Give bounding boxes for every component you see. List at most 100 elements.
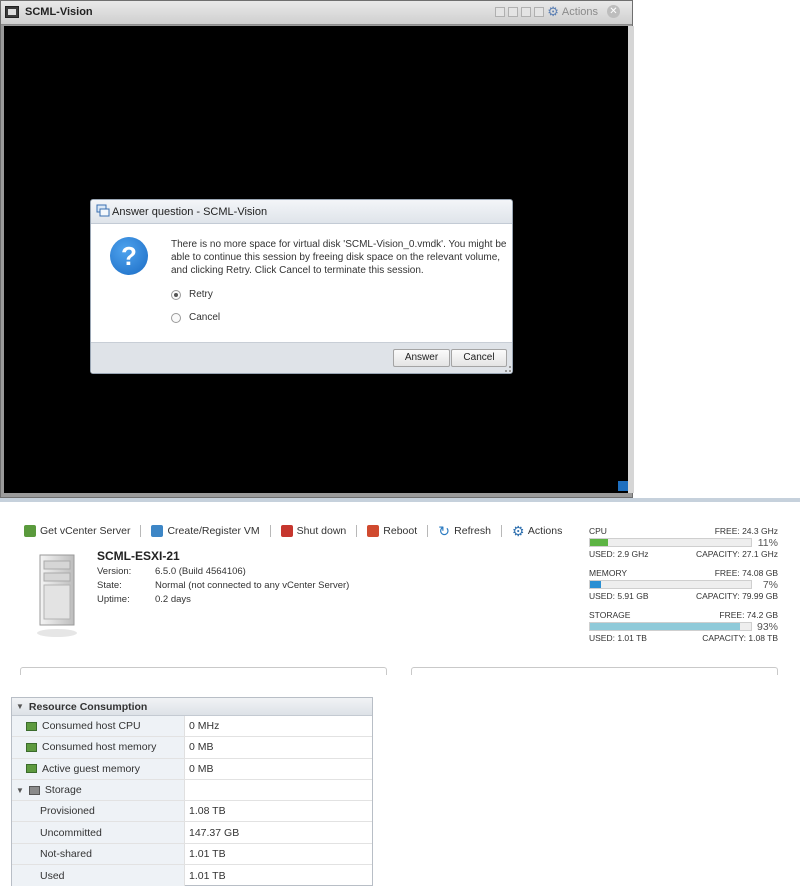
create-vm-icon bbox=[151, 525, 164, 537]
toolbar-separator bbox=[356, 525, 358, 537]
host-toolbar: Get vCenter Server Create/Register VM Sh… bbox=[24, 523, 562, 539]
keyboard-icon[interactable] bbox=[508, 6, 519, 17]
storage-group-row[interactable]: ▼ Storage bbox=[12, 779, 372, 802]
refresh-button[interactable]: ↻ Refresh bbox=[438, 524, 491, 538]
portlet-left bbox=[20, 667, 387, 675]
host-name: SCML-ESXI-21 bbox=[97, 549, 180, 563]
toolbar-separator bbox=[269, 525, 271, 537]
console-side-strip bbox=[628, 26, 634, 493]
memory-meter: MEMORY FREE: 74.08 GB 7% USED: 5.91 GB CAP… bbox=[589, 568, 778, 601]
state-label: State: bbox=[97, 580, 122, 591]
uptime-value: 0.2 days bbox=[155, 594, 191, 605]
meter-free: FREE: 74.2 GB bbox=[719, 610, 778, 620]
meter-free: FREE: 24.3 GHz bbox=[714, 526, 778, 536]
meter-fill bbox=[590, 539, 608, 546]
version-value: 6.5.0 (Build 4564106) bbox=[155, 566, 246, 577]
row-value: 1.08 TB bbox=[189, 805, 226, 818]
dialog-footer: Answer Cancel bbox=[91, 342, 512, 373]
collapse-caret-icon[interactable]: ▼ bbox=[16, 786, 24, 795]
meter-label: CPU bbox=[589, 526, 607, 536]
row-value: 147.37 GB bbox=[189, 826, 240, 839]
row-value: 0 MB bbox=[189, 741, 214, 754]
shut-down-button[interactable]: Shut down bbox=[280, 525, 346, 537]
meter-percent: 11% bbox=[757, 537, 778, 549]
row-value: 1.01 TB bbox=[189, 869, 226, 882]
dialog-message: There is no more space for virtual disk … bbox=[171, 239, 507, 276]
console-actions-button[interactable]: Actions bbox=[562, 6, 598, 18]
state-value: Normal (not connected to any vCenter Ser… bbox=[155, 580, 350, 591]
table-row: Not-shared 1.01 TB bbox=[12, 843, 372, 866]
table-row: Used 1.01 TB bbox=[12, 865, 372, 887]
get-vcenter-button[interactable]: Get vCenter Server bbox=[24, 525, 130, 537]
screenshot-icon[interactable] bbox=[521, 6, 532, 17]
console-resize-icon[interactable] bbox=[618, 481, 628, 491]
dialog-title: Answer question - SCML-Vision bbox=[112, 206, 268, 218]
meter-fill bbox=[590, 581, 602, 588]
collapse-caret-icon[interactable]: ▼ bbox=[16, 702, 24, 711]
console-titlebar[interactable]: SCML-Vision ⚙ Actions ✕ bbox=[1, 1, 632, 25]
row-label: Storage bbox=[44, 784, 82, 797]
row-label: Consumed host CPU bbox=[42, 720, 141, 733]
toolbar-separator bbox=[427, 525, 429, 537]
create-register-label: Create/Register VM bbox=[167, 525, 260, 537]
memory-icon bbox=[26, 742, 37, 752]
actions-button[interactable]: ⚙ Actions bbox=[511, 523, 562, 539]
meter-percent: 93% bbox=[756, 621, 778, 633]
reboot-button[interactable]: Reboot bbox=[367, 525, 417, 537]
monitor-icon[interactable] bbox=[534, 6, 545, 17]
dialog-header[interactable]: Answer question - SCML-Vision bbox=[91, 200, 512, 224]
create-register-vm-button[interactable]: Create/Register VM bbox=[151, 525, 260, 537]
meter-label: MEMORY bbox=[589, 568, 628, 578]
storage-icon bbox=[28, 785, 40, 795]
cpu-icon bbox=[26, 721, 37, 731]
answer-button[interactable]: Answer bbox=[393, 349, 450, 367]
storage-meter: STORAGE FREE: 74.2 GB 93% USED: 1.01 TB CA… bbox=[589, 610, 778, 643]
resource-consumption-panel: ▼ Resource Consumption Consumed host CPU… bbox=[11, 697, 373, 887]
server-icon bbox=[37, 554, 77, 637]
shutdown-icon bbox=[280, 525, 293, 537]
row-value: 1.01 TB bbox=[189, 847, 226, 860]
meter-capacity: CAPACITY: 79.99 GB bbox=[695, 591, 778, 601]
fullscreen-icon[interactable] bbox=[495, 6, 506, 17]
table-row: Uncommitted 147.37 GB bbox=[12, 822, 372, 844]
host-summary-panel: Get vCenter Server Create/Register VM Sh… bbox=[0, 498, 800, 675]
vcenter-icon bbox=[24, 525, 36, 537]
close-icon[interactable]: ✕ bbox=[607, 5, 620, 18]
cpu-meter: CPU FREE: 24.3 GHz 11% USED: 2.9 GHz CAPAC… bbox=[589, 526, 778, 559]
meter-used: USED: 2.9 GHz bbox=[589, 549, 649, 559]
resource-consumption-header[interactable]: ▼ Resource Consumption bbox=[12, 698, 372, 716]
option-label: Retry bbox=[189, 289, 213, 300]
gear-icon: ⚙ bbox=[511, 523, 525, 539]
meter-capacity: CAPACITY: 1.08 TB bbox=[702, 633, 778, 643]
reboot-label: Reboot bbox=[383, 525, 418, 537]
meter-bar bbox=[589, 622, 752, 631]
console-title: SCML-Vision bbox=[25, 6, 93, 18]
toolbar-separator bbox=[140, 525, 142, 537]
uptime-label: Uptime: bbox=[97, 594, 130, 605]
get-vcenter-label: Get vCenter Server bbox=[40, 525, 131, 537]
reboot-icon bbox=[367, 525, 380, 537]
answer-question-dialog: Answer question - SCML-Vision ? There is… bbox=[90, 199, 513, 374]
toolbar-separator bbox=[500, 525, 502, 537]
meter-percent: 7% bbox=[762, 579, 778, 591]
meter-fill bbox=[590, 623, 740, 630]
row-label: Uncommitted bbox=[40, 826, 102, 839]
meter-used: USED: 1.01 TB bbox=[589, 633, 647, 643]
row-label: Active guest memory bbox=[42, 762, 141, 775]
memory-icon bbox=[26, 764, 37, 774]
option-cancel[interactable]: Cancel bbox=[171, 312, 220, 323]
meter-free: FREE: 74.08 GB bbox=[714, 568, 778, 578]
row-label: Provisioned bbox=[40, 805, 95, 818]
table-row: Consumed host CPU 0 MHz bbox=[12, 716, 372, 738]
option-retry[interactable]: Retry bbox=[171, 289, 213, 300]
cancel-button[interactable]: Cancel bbox=[451, 349, 507, 367]
radio-cancel[interactable] bbox=[171, 312, 181, 323]
meter-bar bbox=[589, 538, 752, 547]
row-value bbox=[185, 780, 372, 800]
question-icon: ? bbox=[110, 237, 148, 275]
version-label: Version: bbox=[97, 566, 132, 577]
resize-grip-icon[interactable] bbox=[505, 366, 511, 372]
meter-capacity: CAPACITY: 27.1 GHz bbox=[695, 549, 778, 559]
gear-icon[interactable]: ⚙ bbox=[547, 5, 559, 18]
radio-retry[interactable] bbox=[171, 289, 181, 300]
